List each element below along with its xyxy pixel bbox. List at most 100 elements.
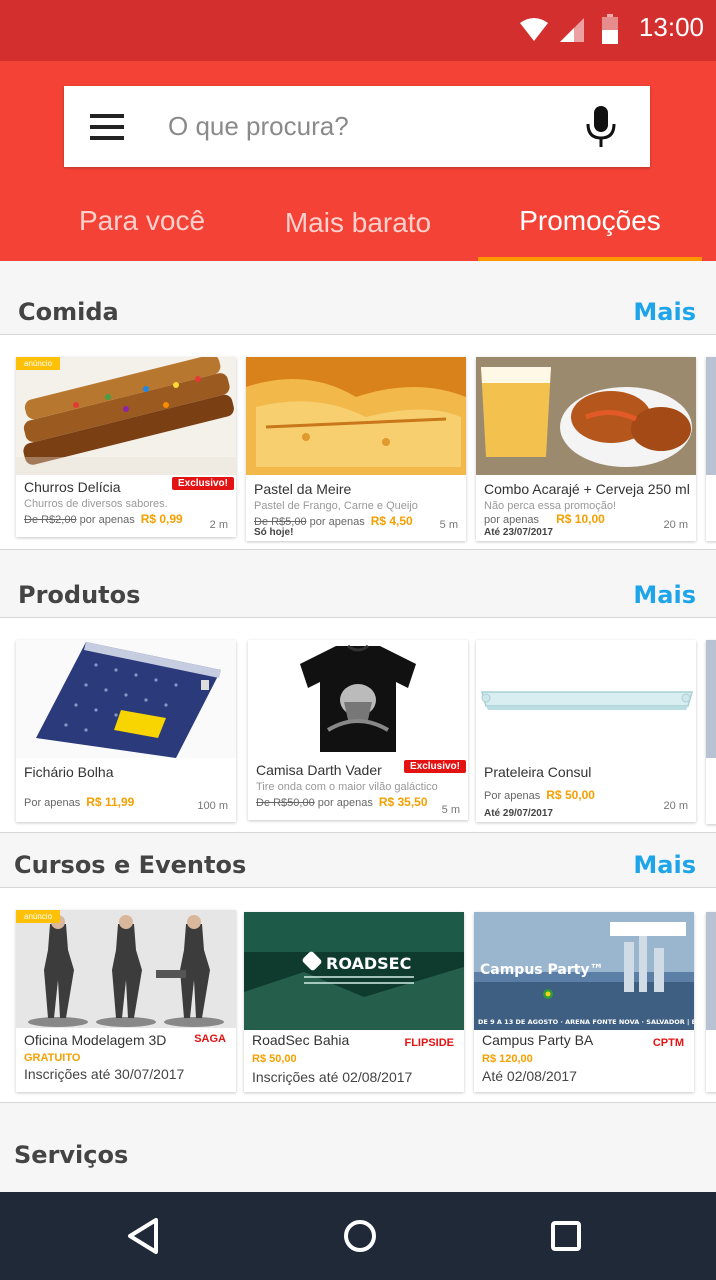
price-line: De R$5,00 por apenas R$ 4,50 xyxy=(254,514,413,528)
more-link-cursos[interactable]: Mais xyxy=(633,851,696,879)
tab-label: Promoções xyxy=(519,205,661,236)
event-name: RoadSec Bahia xyxy=(252,1032,350,1048)
deal-card[interactable]: Pastel da Meire Pastel de Frango, Carne … xyxy=(246,357,466,541)
churros-image xyxy=(16,357,236,475)
tab-bar: Para você Mais barato Promoções xyxy=(0,191,716,261)
event-name: Campus Party BA xyxy=(482,1032,594,1048)
3d-figures-image xyxy=(16,910,236,1028)
tab-para-voce[interactable]: Para você xyxy=(62,191,222,261)
ad-badge: anúncio xyxy=(16,910,61,923)
event-organizer: SAGA xyxy=(194,1033,226,1045)
peek-image xyxy=(706,912,716,1030)
old-price: De R$50,00 xyxy=(256,797,315,809)
price-line: De R$50,00 por apenas R$ 35,50 xyxy=(256,795,428,809)
distance: 5 m xyxy=(441,804,460,816)
ad-badge: anúncio xyxy=(16,357,61,370)
section-title-servicos: Serviços xyxy=(14,1141,129,1169)
deal-card[interactable]: Fichário Bolha Por apenas R$ 11,99 100 m xyxy=(16,640,236,822)
recents-icon[interactable] xyxy=(542,1212,590,1260)
deal-note: Só hoje! xyxy=(254,527,294,538)
clock: 13:00 xyxy=(638,12,704,42)
next-card-peek[interactable] xyxy=(706,357,716,541)
deal-card[interactable]: Prateleira Consul Por apenas R$ 50,00 Até… xyxy=(476,640,696,822)
binder-image xyxy=(16,640,236,758)
deal-price: R$ 4,50 xyxy=(370,514,413,528)
deal-description: Pastel de Frango, Carne e Queijo xyxy=(254,500,418,512)
campus-party-image: Campus Party™ DE 9 A 13 DE AGOSTO · AREN… xyxy=(474,912,694,1030)
tshirt-image xyxy=(248,640,468,758)
price-prefix: Por apenas xyxy=(484,790,541,802)
battery-icon xyxy=(602,14,618,44)
tab-promocoes[interactable]: Promoções xyxy=(478,191,702,261)
deal-name: Camisa Darth Vader xyxy=(256,762,382,778)
event-card[interactable]: anúncio Oficina Modelagem 3D SAGA GRATUI… xyxy=(16,910,236,1092)
tab-label: Para você xyxy=(78,205,206,236)
distance: 100 m xyxy=(197,800,228,812)
microphone-icon[interactable] xyxy=(584,106,618,148)
more-link-produtos[interactable]: Mais xyxy=(633,581,696,609)
distance: 2 m xyxy=(209,519,228,531)
deal-card[interactable]: Camisa Darth Vader Exclusivo! Tire onda … xyxy=(248,640,468,820)
deal-name: Prateleira Consul xyxy=(484,764,592,780)
home-icon[interactable] xyxy=(336,1212,384,1260)
price-prefix: por apenas xyxy=(484,514,540,526)
next-card-peek[interactable] xyxy=(706,640,716,824)
exclusive-badge: Exclusivo! xyxy=(403,760,466,773)
roadsec-image: ROADSEC xyxy=(244,912,464,1030)
roadsec-logo-text: ROADSEC xyxy=(326,954,411,973)
deal-card[interactable]: anúncio Churros Delícia Exclusivo! Churr… xyxy=(16,357,236,537)
old-price: De R$2,00 xyxy=(24,514,77,526)
menu-icon[interactable] xyxy=(90,114,124,140)
deal-price: R$ 50,00 xyxy=(546,788,595,802)
price-prefix: Por apenas xyxy=(24,797,81,809)
deal-name: Pastel da Meire xyxy=(254,481,352,497)
signal-icon xyxy=(560,18,584,42)
distance: 20 m xyxy=(663,519,688,531)
registration-deadline: Inscrições até 02/08/2017 xyxy=(252,1069,413,1085)
price-line: Por apenas R$ 50,00 xyxy=(484,788,595,802)
more-link-comida[interactable]: Mais xyxy=(633,298,696,326)
search-bar[interactable] xyxy=(64,86,650,167)
system-nav-bar xyxy=(0,1192,716,1280)
event-card[interactable]: ROADSEC RoadSec Bahia FLIPSIDE R$ 50,00 … xyxy=(244,912,464,1092)
price-prefix: por apenas xyxy=(317,797,373,809)
search-input[interactable] xyxy=(168,104,568,148)
price-line: Por apenas R$ 11,99 xyxy=(24,795,134,809)
distance: 5 m xyxy=(439,519,458,531)
carousel-cursos: anúncio Oficina Modelagem 3D SAGA GRATUI… xyxy=(0,887,716,1103)
event-organizer: CPTM xyxy=(652,1037,684,1049)
event-name: Oficina Modelagem 3D xyxy=(24,1032,167,1048)
section-title-cursos: Cursos e Eventos xyxy=(14,851,247,879)
carousel-comida: anúncio Churros Delícia Exclusivo! Churr… xyxy=(0,334,716,550)
deal-name: Churros Delícia xyxy=(24,479,121,495)
back-icon[interactable] xyxy=(120,1212,168,1260)
deal-description: Não perca essa promoção! xyxy=(484,500,617,512)
campus-party-logo-text: Campus Party™ xyxy=(480,962,604,978)
deal-price: R$ 35,50 xyxy=(378,795,428,809)
section-title-produtos: Produtos xyxy=(18,581,141,609)
next-card-peek[interactable] xyxy=(706,912,716,1092)
price-line: por apenas R$ 10,00 xyxy=(484,512,605,526)
deal-card[interactable]: Combo Acarajé + Cerveja 250 ml Não perca… xyxy=(476,357,696,541)
deal-price: R$ 10,00 xyxy=(556,512,605,526)
tab-indicator xyxy=(478,257,702,261)
tab-label: Mais barato xyxy=(284,207,432,238)
event-price: R$ 120,00 xyxy=(482,1053,533,1065)
acaraje-image xyxy=(476,357,696,475)
shelf-image xyxy=(476,640,696,758)
registration-deadline: Até 02/08/2017 xyxy=(482,1068,577,1084)
price-prefix: por apenas xyxy=(309,516,365,528)
deal-price: R$ 0,99 xyxy=(140,512,183,526)
event-info-text: DE 9 A 13 DE AGOSTO · ARENA FONTE NOVA ·… xyxy=(478,1018,694,1027)
app-header: Para você Mais barato Promoções xyxy=(0,61,716,261)
wifi-icon xyxy=(520,18,548,41)
pastel-image xyxy=(246,357,466,475)
event-organizer: FLIPSIDE xyxy=(404,1037,454,1049)
event-card[interactable]: Campus Party™ DE 9 A 13 DE AGOSTO · AREN… xyxy=(474,912,694,1092)
deal-until: Até 23/07/2017 xyxy=(484,527,553,538)
deal-until: Até 29/07/2017 xyxy=(484,808,553,819)
tab-mais-barato[interactable]: Mais barato xyxy=(272,191,444,261)
peek-image xyxy=(706,357,716,475)
deal-description: Churros de diversos sabores. xyxy=(24,498,168,510)
deal-description: Tire onda com o maior vilão galáctico xyxy=(256,781,438,793)
